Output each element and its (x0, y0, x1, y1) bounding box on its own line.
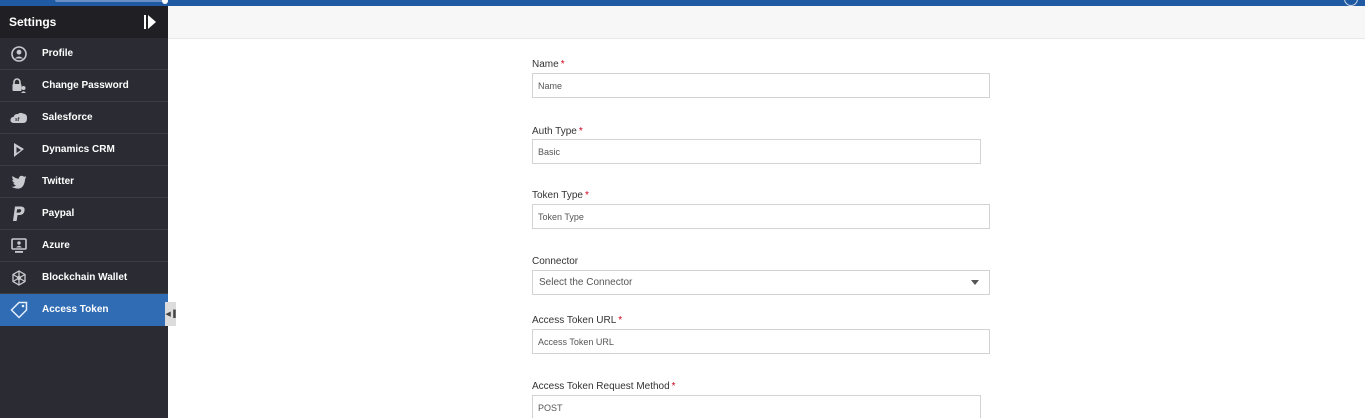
salesforce-icon: sf (1, 112, 37, 124)
sidebar-toggle-tab[interactable]: ◀▐ (165, 302, 176, 326)
connector-selected-value: Select the Connector (539, 277, 633, 288)
collapse-sidebar-icon[interactable] (144, 15, 156, 29)
collapse-arrows-icon: ◀▐ (165, 311, 176, 318)
settings-menu: Profile Change Password sf Salesforce Dy… (0, 38, 168, 326)
settings-sidebar: Settings Profile Change Password sf Sale… (0, 6, 168, 418)
sidebar-header: Settings (0, 6, 168, 38)
content-header-bar (168, 6, 1365, 39)
name-label: Name * (532, 59, 565, 70)
tag-icon (1, 301, 37, 319)
token-type-input[interactable] (532, 204, 990, 229)
sidebar-item-label: Azure (42, 240, 70, 251)
sidebar-item-salesforce[interactable]: sf Salesforce (0, 102, 168, 134)
connector-select[interactable]: Select the Connector (532, 270, 990, 295)
required-mark: * (560, 59, 565, 70)
sidebar-item-label: Paypal (42, 208, 75, 219)
monitor-user-icon (1, 237, 37, 254)
sidebar-item-label: Access Token (42, 304, 109, 315)
token-type-label: Token Type * (532, 190, 589, 201)
required-mark: * (618, 315, 623, 326)
required-mark: * (584, 190, 589, 201)
auth-type-label: Auth Type * (532, 126, 583, 137)
dynamics-icon (1, 142, 37, 158)
sidebar-item-label: Twitter (42, 176, 75, 187)
access-token-url-label: Access Token URL * (532, 315, 623, 326)
user-circle-icon (1, 45, 37, 62)
name-input[interactable] (532, 73, 990, 98)
chevron-down-icon (971, 280, 979, 285)
status-dot (162, 0, 168, 4)
top-bar-text-fragment (55, 0, 165, 2)
blockchain-icon (1, 269, 37, 286)
sidebar-item-twitter[interactable]: Twitter (0, 166, 168, 198)
svg-text:sf: sf (15, 117, 20, 123)
request-method-input[interactable] (532, 395, 981, 418)
access-token-url-input[interactable] (532, 329, 990, 354)
auth-type-input[interactable] (532, 139, 981, 164)
twitter-icon (1, 175, 37, 189)
sidebar-item-label: Dynamics CRM (42, 144, 115, 155)
sidebar-item-access-token[interactable]: Access Token (0, 294, 168, 326)
sidebar-item-change-password[interactable]: Change Password (0, 70, 168, 102)
request-method-label: Access Token Request Method * (532, 381, 676, 392)
lock-user-icon (1, 77, 37, 94)
sidebar-title: Settings (9, 15, 57, 29)
sidebar-item-blockchain-wallet[interactable]: Blockchain Wallet (0, 262, 168, 294)
sidebar-item-label: Blockchain Wallet (42, 272, 128, 283)
sidebar-item-label: Change Password (42, 80, 129, 91)
sidebar-item-label: Salesforce (42, 112, 93, 123)
connector-label: Connector (532, 256, 579, 267)
sidebar-item-profile[interactable]: Profile (0, 38, 168, 70)
required-mark: * (671, 381, 676, 392)
sidebar-item-azure[interactable]: Azure (0, 230, 168, 262)
sidebar-item-paypal[interactable]: Paypal (0, 198, 168, 230)
required-mark: * (578, 126, 583, 137)
sidebar-item-label: Profile (42, 48, 74, 59)
paypal-icon (1, 206, 37, 222)
sidebar-item-dynamics-crm[interactable]: Dynamics CRM (0, 134, 168, 166)
